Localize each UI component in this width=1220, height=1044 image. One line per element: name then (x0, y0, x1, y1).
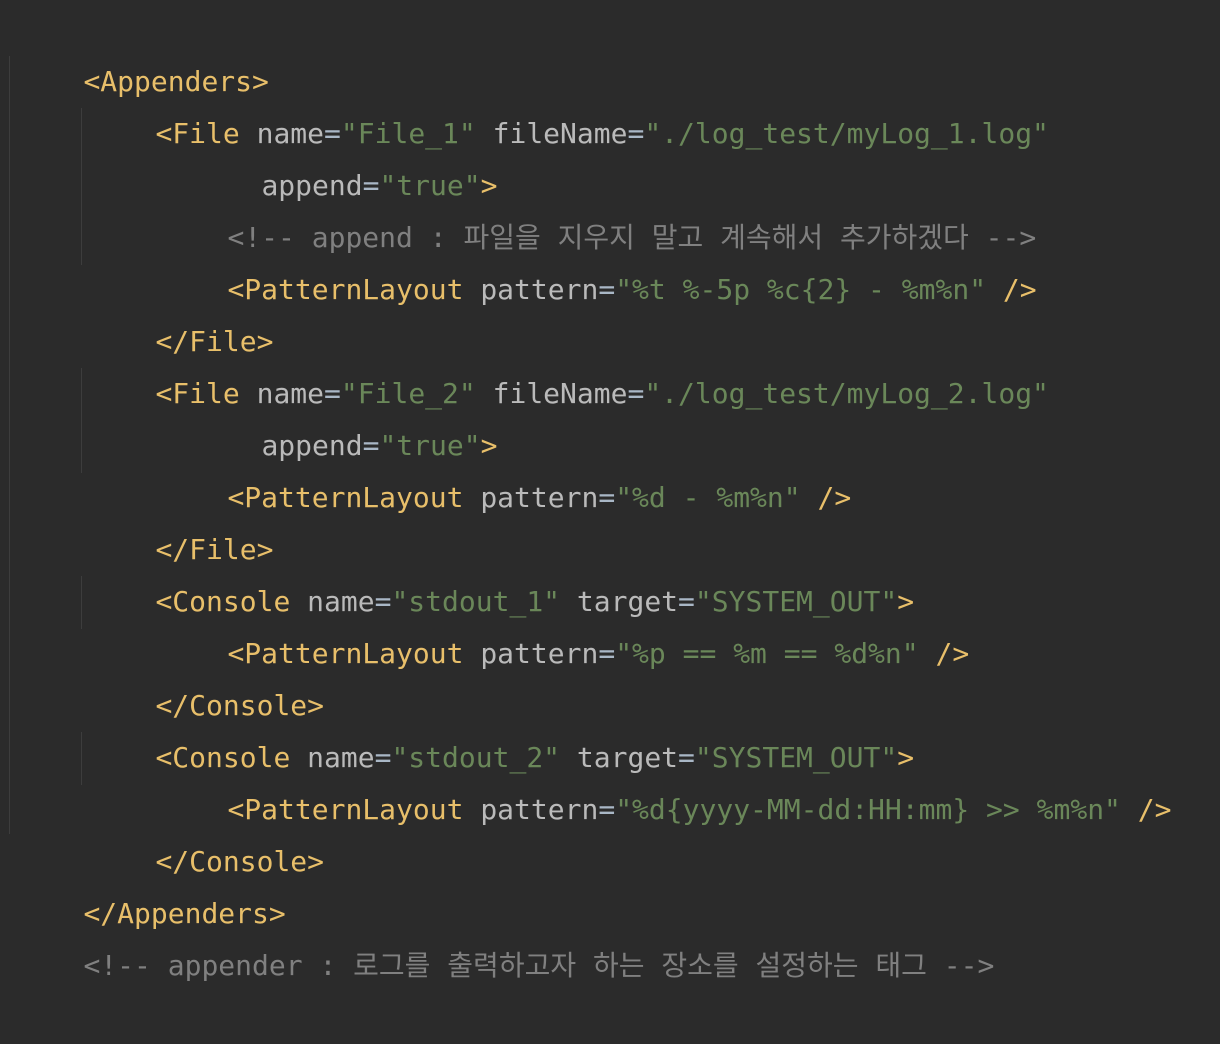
equals-sign: = (598, 481, 616, 514)
pattern-value: "%t %-5p %c{2} - %m%n" (615, 273, 987, 306)
code-line[interactable]: </Console> (88, 628, 324, 722)
code-line[interactable]: <!-- appender : 로그를 출력하고자 하는 장소를 설정하는 태그… (16, 888, 994, 982)
pattern-value: "%d{yyyy-MM-dd:HH:mm} >> %m%n" (615, 793, 1121, 826)
equals-sign: = (598, 637, 616, 670)
file-path-value: "./log_test/myLog_2.log" (644, 377, 1049, 410)
equals-sign: = (627, 117, 645, 150)
self-close-tag: /> (817, 481, 852, 514)
pattern-attribute: pattern (480, 793, 599, 826)
filename-attribute: fileName (492, 117, 628, 150)
indent-guide (81, 576, 82, 629)
code-line[interactable]: <Console name="stdout_2" target="SYSTEM_… (88, 680, 914, 774)
pattern-value: "%p == %m == %d%n" (615, 637, 919, 670)
indent-guide (81, 368, 82, 473)
code-line[interactable]: <File name="File_1" fileName="./log_test… (88, 56, 1048, 150)
code-line[interactable]: <File name="File_2" fileName="./log_test… (88, 316, 1048, 410)
code-line[interactable]: <PatternLayout pattern="%p == %m == %d%n… (160, 576, 969, 670)
code-line[interactable]: <!-- append : 파일을 지우지 말고 계속해서 추가하겠다 --> (160, 160, 1036, 254)
code-line[interactable]: <Appenders> (16, 4, 268, 98)
indent-guide (9, 56, 10, 834)
pattern-attribute: pattern (480, 637, 599, 670)
code-line[interactable]: append="true"> (194, 108, 497, 202)
self-close-tag: /> (1137, 793, 1172, 826)
code-line[interactable]: <PatternLayout pattern="%d - %m%n" /> (160, 420, 851, 514)
self-close-tag: /> (935, 637, 970, 670)
code-line[interactable]: append="true"> (194, 368, 497, 462)
code-line[interactable]: </File> (88, 264, 273, 358)
pattern-attribute: pattern (480, 273, 599, 306)
code-line[interactable]: <PatternLayout pattern="%t %-5p %c{2} - … (160, 212, 1036, 306)
code-line[interactable]: <PatternLayout pattern="%d{yyyy-MM-dd:HH… (160, 732, 1171, 826)
code-line[interactable]: <Console name="stdout_1" target="SYSTEM_… (88, 524, 914, 618)
equals-sign: = (627, 377, 645, 410)
filename-attribute: fileName (492, 377, 628, 410)
code-line[interactable]: </Appenders> (16, 836, 285, 930)
indent-guide (81, 108, 82, 265)
pattern-attribute: pattern (480, 481, 599, 514)
file-path-value: "./log_test/myLog_1.log" (644, 117, 1049, 150)
code-line[interactable]: </File> (88, 472, 273, 566)
self-close-tag: /> (1002, 273, 1037, 306)
indent-guide (81, 732, 82, 785)
equals-sign: = (598, 793, 616, 826)
code-editor[interactable]: <Appenders> <File name="File_1" fileName… (0, 0, 1220, 982)
code-line[interactable]: </Console> (88, 784, 324, 878)
pattern-value: "%d - %m%n" (615, 481, 801, 514)
equals-sign: = (598, 273, 616, 306)
